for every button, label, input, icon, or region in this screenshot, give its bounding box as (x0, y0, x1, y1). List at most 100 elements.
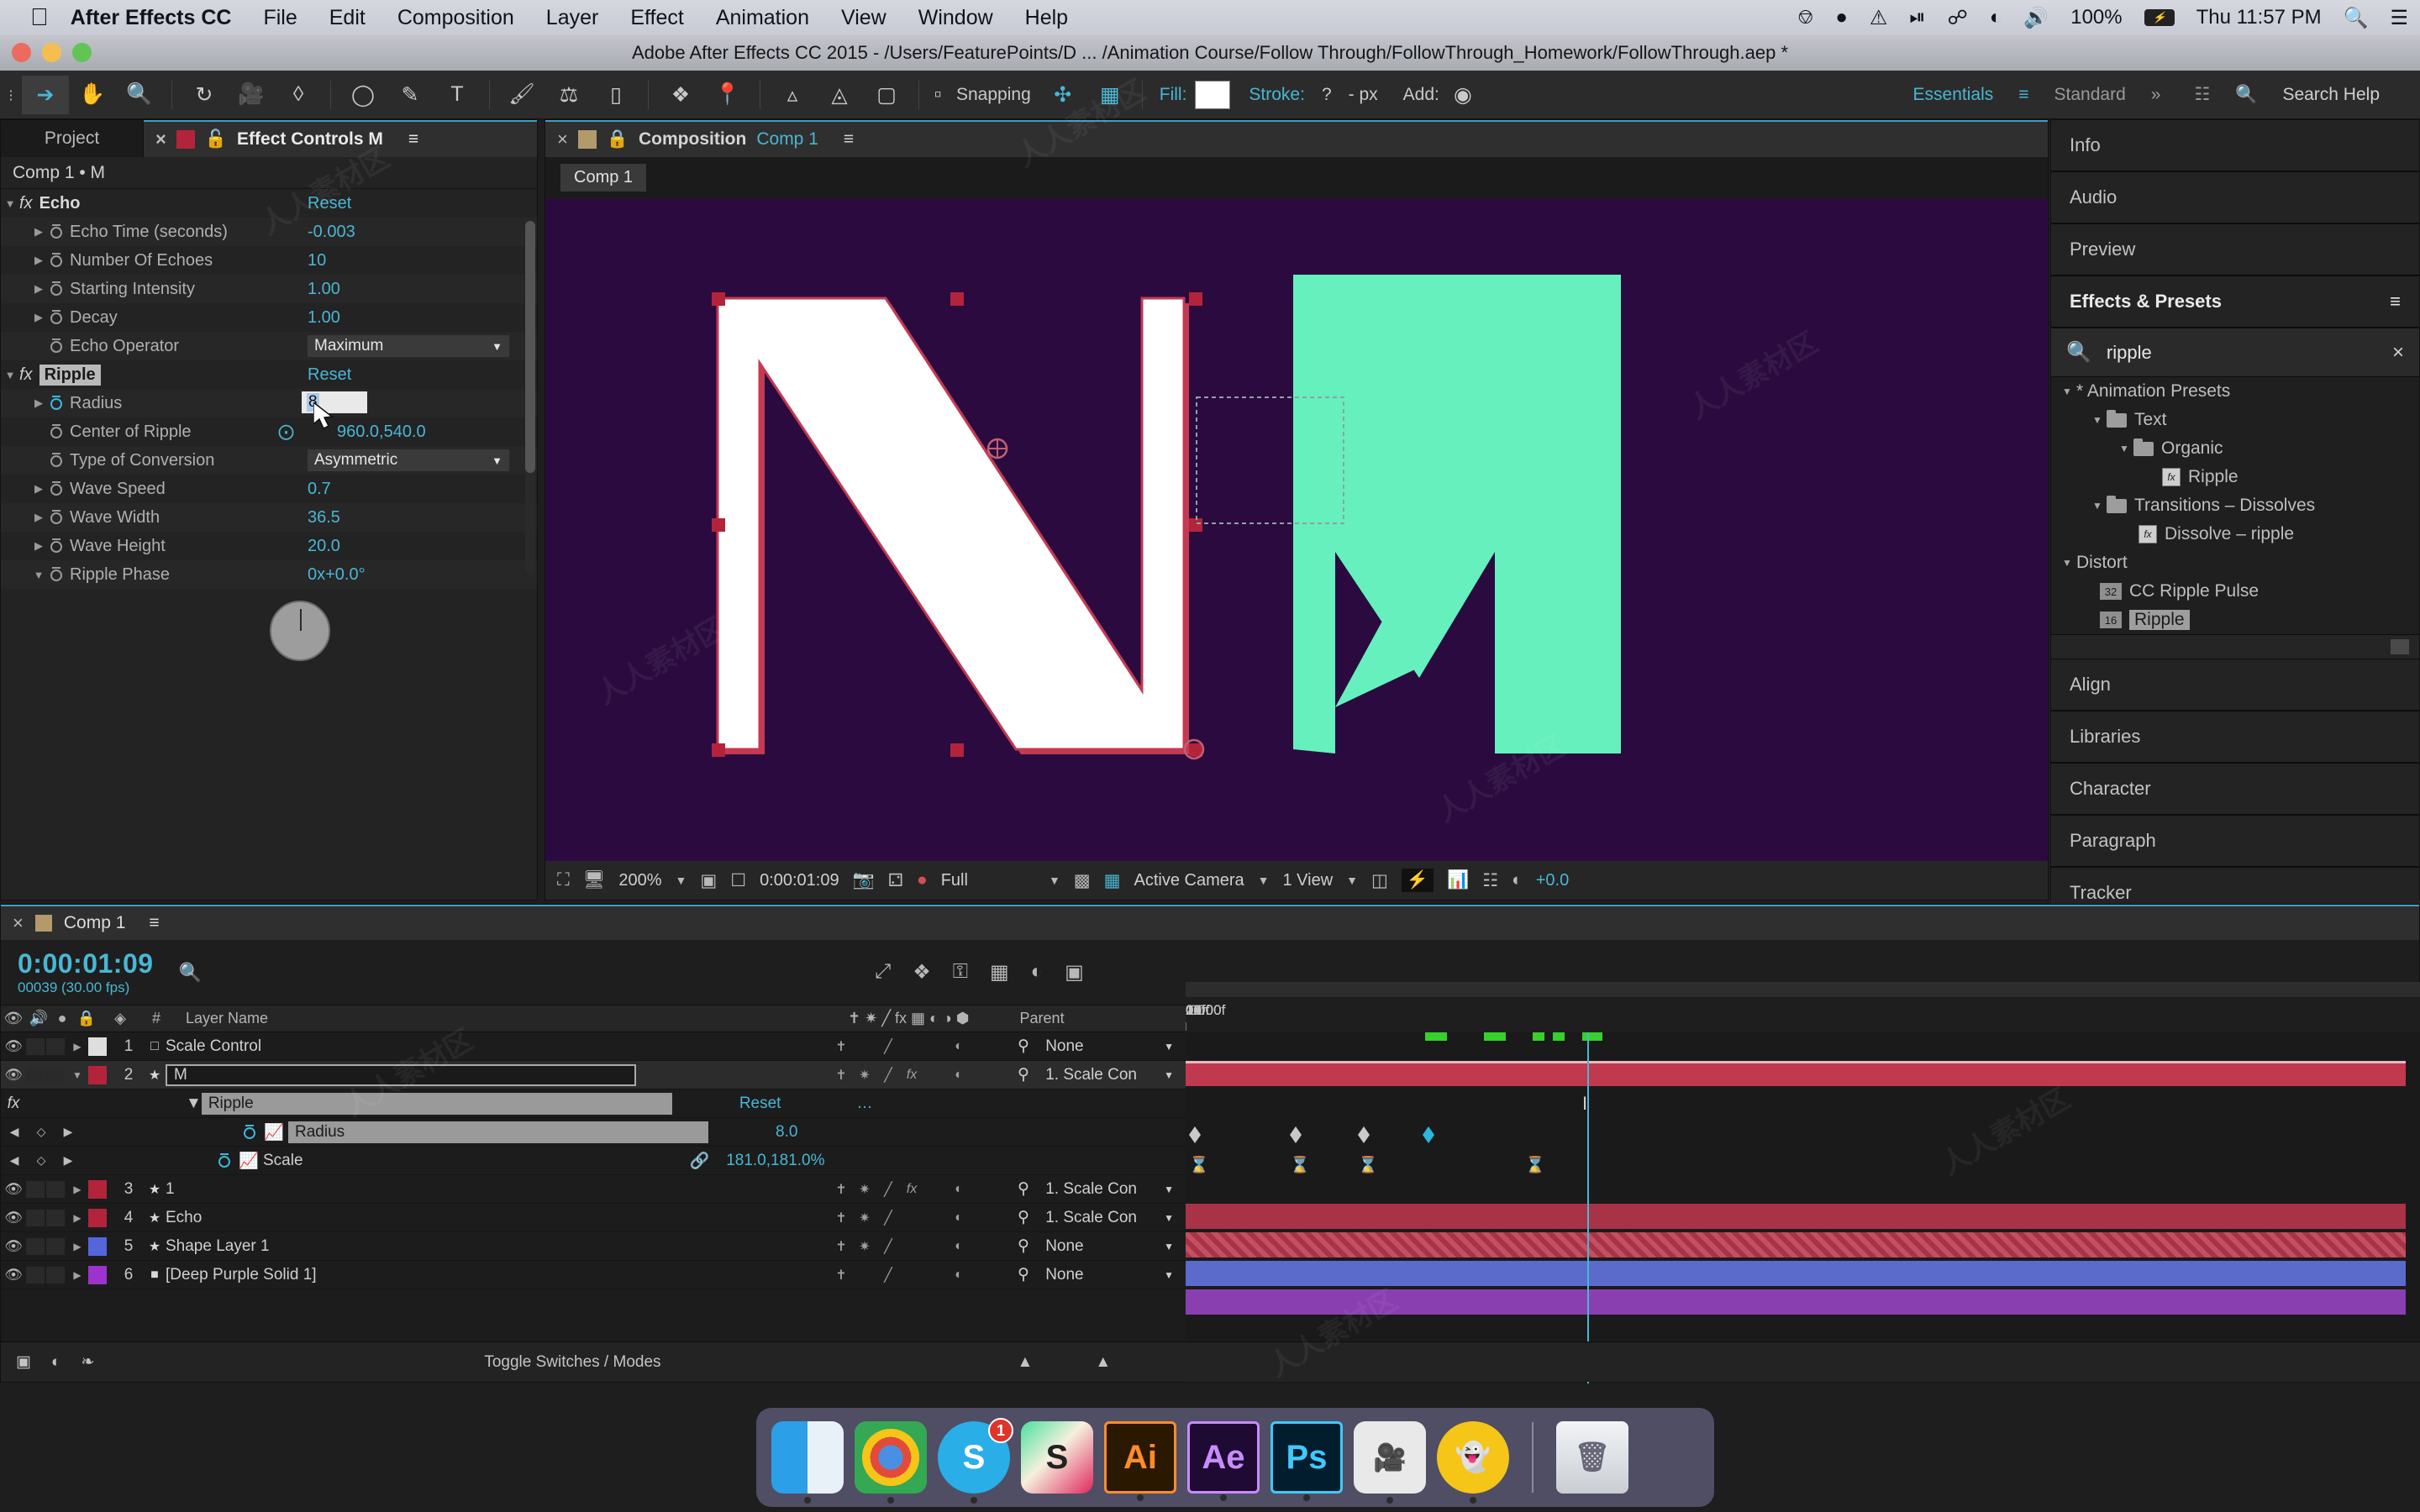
stopwatch-icon[interactable] (48, 394, 66, 412)
clear-search-icon[interactable]: × (2392, 341, 2404, 365)
search-icon[interactable]: 🔍 (2235, 85, 2257, 105)
motion-blur-icon[interactable]: ◐ (947, 1039, 971, 1054)
stopwatch-icon[interactable] (48, 480, 66, 498)
param-number-of-echoes[interactable]: ▶ Number Of Echoes 10 (1, 246, 537, 275)
layer-name[interactable]: [Deep Purple Solid 1] (166, 1266, 829, 1284)
quality-icon[interactable]: ╱ (876, 1238, 900, 1255)
layer-name-input[interactable]: M (166, 1063, 636, 1086)
layer-color-swatch[interactable] (88, 1065, 107, 1084)
twirl-right-icon[interactable]: ▶ (29, 254, 48, 267)
parent-select[interactable]: ⚲ None ▼ (1018, 1037, 1186, 1056)
table-row[interactable]: 👁 ▶ 1 □ Scale Control ✝ ╱ ◐ ⚲ None ▼ (1, 1032, 1186, 1061)
stopwatch-icon[interactable] (48, 223, 66, 241)
close-icon[interactable]: × (155, 129, 166, 150)
view-layout-select[interactable]: 1 View (1283, 871, 1334, 890)
clock-label[interactable]: Thu 11:57 PM (2196, 6, 2322, 29)
layer-switches-icon[interactable]: ▣ (16, 1352, 31, 1372)
twirl-right-icon[interactable]: ▶ (66, 1269, 88, 1281)
user-icon[interactable]: ● (1835, 6, 1848, 29)
parent-pickwhip-icon[interactable]: ⚲ (1018, 1180, 1029, 1198)
table-row[interactable]: 👁 ▼ 2 ★ M ✝ ✷ ╱ fx ◐ ⚲ 1. Scale Con ▼ (1, 1061, 1186, 1089)
shy-icon[interactable]: ✷ (853, 1067, 876, 1084)
workspace-essentials[interactable]: Essentials (1913, 85, 1994, 105)
motion-blur-icon[interactable]: ◐ (947, 1068, 971, 1083)
snapping-checkbox[interactable]: ▫ (928, 76, 948, 114)
menu-layer[interactable]: Layer (546, 6, 599, 30)
reset-ripple-button[interactable]: Reset (308, 365, 351, 385)
fast-preview-icon[interactable]: ⚡ (1401, 869, 1434, 892)
timeline-jump-icon[interactable]: 📊 (1447, 870, 1469, 890)
echo-operator-dropdown[interactable]: Maximum ▼ (308, 335, 509, 357)
next-keyframe-icon[interactable]: ▶ (64, 1153, 73, 1168)
panel-paragraph[interactable]: Paragraph (2051, 816, 2419, 868)
tree-item-animation-presets[interactable]: ▼ * Animation Presets (2051, 377, 2419, 406)
twirl-down-icon[interactable]: ▼ (1, 197, 19, 210)
keyframe-marker[interactable] (1358, 1126, 1370, 1143)
timeline-tab[interactable]: × Comp 1 ≡ (1, 905, 2419, 940)
type-tool[interactable]: T (434, 76, 481, 114)
toggle-switches-modes-button[interactable]: Toggle Switches / Modes (484, 1353, 660, 1372)
layer-bar-3[interactable] (1186, 1204, 2406, 1229)
channels-icon[interactable]: ● (917, 870, 928, 890)
param-value[interactable]: 0.7 (308, 480, 331, 499)
transfer-controls-icon[interactable]: ◐ (51, 1353, 60, 1372)
param-value[interactable]: 1.00 (308, 308, 340, 328)
roto-brush-tool[interactable]: ❖ (657, 76, 704, 114)
parent-pickwhip-icon[interactable]: ⚲ (1018, 1209, 1029, 1226)
keyframe-toggle-icon[interactable]: ◇ (37, 1125, 46, 1139)
panel-menu-icon[interactable]: ≡ (149, 913, 159, 933)
shy-icon[interactable]: ✷ (853, 1181, 876, 1198)
param-value[interactable]: 36.5 (308, 508, 340, 528)
eye-icon[interactable]: 👁 (1, 1210, 26, 1226)
close-icon[interactable]: × (13, 912, 24, 934)
param-wave-width[interactable]: ▶ Wave Width 36.5 (1, 503, 537, 532)
keyframe-ease-marker[interactable]: ⌛ (1358, 1155, 1378, 1174)
shy-icon[interactable]: ✷ (853, 1238, 876, 1255)
volume-icon[interactable]: 🔊 (2023, 6, 2049, 30)
menu-file[interactable]: File (263, 6, 297, 30)
time-ruler[interactable]: :00f 10f 20f 01:00f 10f 20f 02:00f 10f 2… (1186, 997, 2420, 1032)
effect-header-echo[interactable]: ▼ fx Echo Reset Abou (1, 189, 595, 218)
hand-tool[interactable]: ✋ (69, 76, 116, 114)
twirl-down-icon[interactable]: ▼ (2088, 500, 2107, 512)
stroke-width[interactable]: - px (1349, 85, 1378, 105)
spotlight-icon[interactable]: 🔍 (2344, 6, 2369, 30)
snapping-bounds-icon[interactable]: ▦ (1086, 76, 1134, 114)
illustrator-icon[interactable]: Ai (1104, 1421, 1176, 1501)
chevron-down-icon[interactable]: ▼ (1258, 874, 1270, 887)
panel-resize-grip[interactable] (2051, 634, 2419, 659)
panel-align[interactable]: Align (2051, 659, 2419, 711)
layer-color-swatch[interactable] (88, 1037, 107, 1056)
effects-search-row[interactable]: 🔍 × (2051, 328, 2419, 377)
menu-edit[interactable]: Edit (329, 6, 366, 30)
panel-character[interactable]: Character (2051, 764, 2419, 816)
exposure-value[interactable]: +0.0 (1536, 871, 1569, 890)
collapse-icon[interactable]: ✝ (829, 1238, 853, 1255)
menu-view[interactable]: View (841, 6, 886, 30)
param-starting-intensity[interactable]: ▶ Starting Intensity 1.00 (1, 275, 537, 303)
table-row[interactable]: 👁 ▶ 4 ★ Echo ✝ ✷ ╱ ◐ ⚲ 1. Scale Con ▼ (1, 1204, 1186, 1232)
chevron-down-icon[interactable]: ▼ (1049, 874, 1060, 887)
param-value[interactable]: 10 (308, 251, 326, 270)
stopwatch-icon[interactable] (241, 1123, 260, 1142)
param-value[interactable]: 20.0 (308, 537, 340, 556)
param-ripple-phase[interactable]: ▼ Ripple Phase 0x+0.0° (1, 560, 537, 589)
chevron-down-icon[interactable]: ▼ (1346, 874, 1358, 887)
reset-echo-button[interactable]: Reset (308, 194, 351, 213)
table-row[interactable]: 👁 ▶ 5 ★ Shape Layer 1 ✝ ✷ ╱ ◐ ⚲ None ▼ (1, 1232, 1186, 1261)
subtab-comp1[interactable]: Comp 1 (560, 163, 647, 192)
keyframe-ease-marker[interactable]: ⌛ (1189, 1155, 1209, 1174)
menu-after-effects-cc[interactable]: After Effects CC (71, 6, 232, 30)
composition-stage[interactable] (545, 199, 2048, 863)
param-value[interactable]: 0x+0.0° (308, 565, 366, 585)
tree-item-preset-ripple[interactable]: fx Ripple (2051, 463, 2419, 491)
quality-icon[interactable]: ╱ (876, 1067, 900, 1084)
bluetooth-icon[interactable]: ☍ (1948, 6, 1968, 30)
warning-icon[interactable]: ⚠ (1870, 6, 1888, 30)
twirl-down-icon[interactable]: ▼ (1, 369, 19, 381)
transparency-grid-icon[interactable]: ▦ (1104, 870, 1121, 891)
twirl-down-icon[interactable]: ▼ (2058, 386, 2076, 397)
twirl-down-icon[interactable]: ▼ (186, 1095, 202, 1113)
panel-info[interactable]: Info (2051, 120, 2419, 172)
parent-select[interactable]: ⚲ 1. Scale Con ▼ (1018, 1065, 1186, 1084)
